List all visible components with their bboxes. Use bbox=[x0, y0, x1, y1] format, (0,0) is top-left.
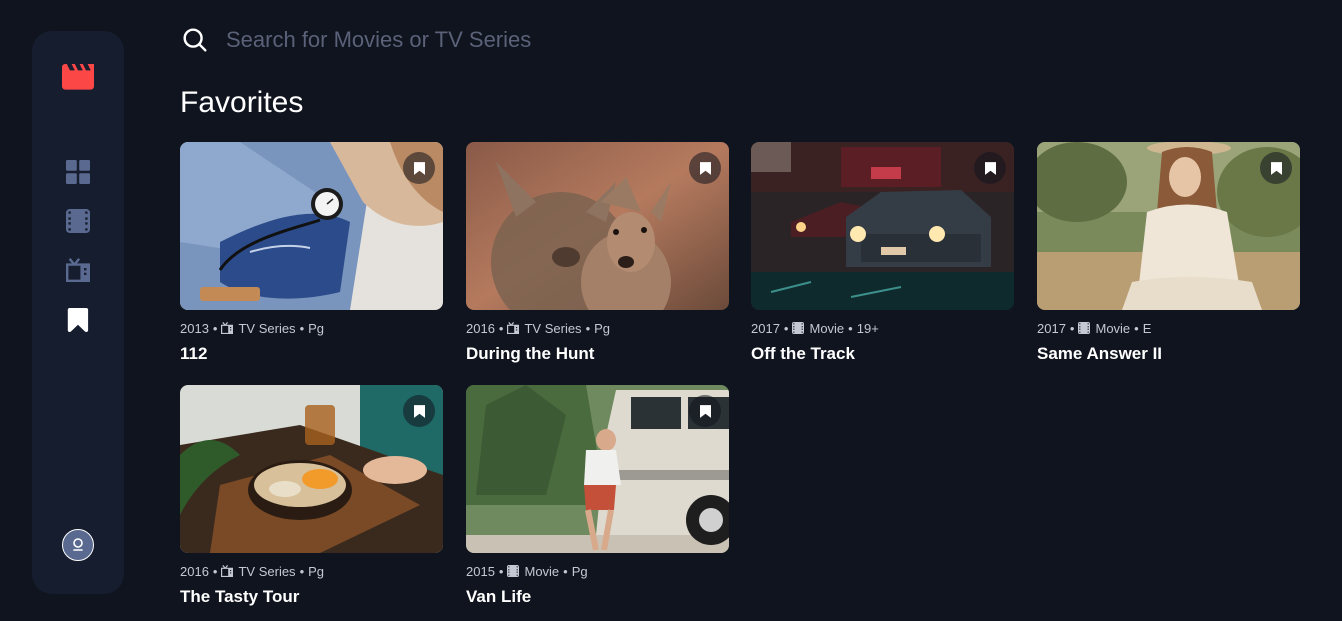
card-thumbnail[interactable] bbox=[180, 385, 443, 553]
card-meta: 2016 • TV Series • Pg bbox=[466, 320, 611, 336]
card-meta: 2017 • Movie • 19+ bbox=[751, 320, 879, 336]
card-rating: Pg bbox=[571, 563, 588, 579]
bookmark-icon bbox=[699, 161, 711, 175]
bookmark-button[interactable] bbox=[1260, 152, 1292, 184]
media-card: 2013 • TV Series • Pg 112 bbox=[180, 142, 443, 364]
card-rating: E bbox=[1142, 320, 1152, 336]
tv-icon bbox=[221, 322, 234, 334]
nav-movies[interactable] bbox=[66, 209, 90, 233]
search-bar bbox=[180, 24, 1300, 56]
card-year: 2016 bbox=[466, 320, 495, 336]
bookmark-icon bbox=[413, 161, 425, 175]
card-title[interactable]: Van Life bbox=[466, 587, 729, 607]
user-avatar-icon[interactable] bbox=[62, 529, 94, 561]
card-category: TV Series bbox=[238, 320, 296, 336]
bookmark-button[interactable] bbox=[403, 395, 435, 427]
card-title[interactable]: 112 bbox=[180, 344, 443, 364]
media-card: 2017 • Movie • 19+ Off the Track bbox=[751, 142, 1014, 364]
bookmark-button[interactable] bbox=[689, 152, 721, 184]
card-year: 2015 bbox=[466, 563, 495, 579]
card-meta: 2016 • TV Series • Pg bbox=[180, 563, 325, 579]
card-title[interactable]: Off the Track bbox=[751, 344, 1014, 364]
card-year: 2017 bbox=[751, 320, 780, 336]
film-icon bbox=[66, 209, 90, 233]
section-title: Favorites bbox=[180, 86, 304, 119]
tv-icon bbox=[221, 565, 234, 577]
card-thumbnail[interactable] bbox=[751, 142, 1014, 310]
search-input[interactable] bbox=[226, 24, 1126, 56]
film-icon bbox=[792, 322, 805, 334]
tv-icon bbox=[66, 258, 90, 282]
card-meta: 2015 • Movie • Pg bbox=[466, 563, 588, 579]
bookmark-icon bbox=[1270, 161, 1282, 175]
card-rating: Pg bbox=[308, 563, 325, 579]
card-category: Movie bbox=[524, 563, 560, 579]
card-thumbnail[interactable] bbox=[1037, 142, 1300, 310]
media-card: 2016 • TV Series • Pg The Tasty Tour bbox=[180, 385, 443, 607]
search-icon bbox=[183, 28, 207, 52]
bookmark-icon bbox=[984, 161, 996, 175]
bookmark-icon bbox=[699, 404, 711, 418]
card-category: TV Series bbox=[524, 320, 582, 336]
card-thumbnail[interactable] bbox=[180, 142, 443, 310]
film-icon bbox=[1078, 322, 1091, 334]
card-rating: Pg bbox=[308, 320, 325, 336]
card-meta: 2013 • TV Series • Pg bbox=[180, 320, 325, 336]
film-icon bbox=[507, 565, 520, 577]
nav-bookmarks[interactable] bbox=[66, 308, 90, 332]
card-year: 2016 bbox=[180, 563, 209, 579]
card-meta: 2017 • Movie • E bbox=[1037, 320, 1152, 336]
bookmark-icon bbox=[67, 308, 89, 332]
media-card: 2016 • TV Series • Pg During the Hunt bbox=[466, 142, 729, 364]
media-card: 2017 • Movie • E Same Answer II bbox=[1037, 142, 1300, 364]
card-rating: 19+ bbox=[856, 320, 879, 336]
card-title[interactable]: During the Hunt bbox=[466, 344, 729, 364]
bookmark-button[interactable] bbox=[974, 152, 1006, 184]
bookmark-button[interactable] bbox=[403, 152, 435, 184]
tv-icon bbox=[507, 322, 520, 334]
bookmark-icon bbox=[413, 404, 425, 418]
card-title[interactable]: The Tasty Tour bbox=[180, 587, 443, 607]
nav-home[interactable] bbox=[66, 160, 90, 184]
card-rating: Pg bbox=[594, 320, 611, 336]
card-year: 2017 bbox=[1037, 320, 1066, 336]
card-thumbnail[interactable] bbox=[466, 385, 729, 553]
clapperboard-icon[interactable] bbox=[62, 64, 94, 90]
bookmark-button[interactable] bbox=[689, 395, 721, 427]
card-category: TV Series bbox=[238, 563, 296, 579]
card-title[interactable]: Same Answer II bbox=[1037, 344, 1300, 364]
nav-tv-series[interactable] bbox=[66, 258, 90, 282]
card-year: 2013 bbox=[180, 320, 209, 336]
card-thumbnail[interactable] bbox=[466, 142, 729, 310]
card-category: Movie bbox=[1095, 320, 1131, 336]
grid-icon bbox=[66, 160, 90, 184]
card-category: Movie bbox=[809, 320, 845, 336]
sidebar-nav bbox=[32, 31, 124, 594]
media-card: 2015 • Movie • Pg Van Life bbox=[466, 385, 729, 607]
